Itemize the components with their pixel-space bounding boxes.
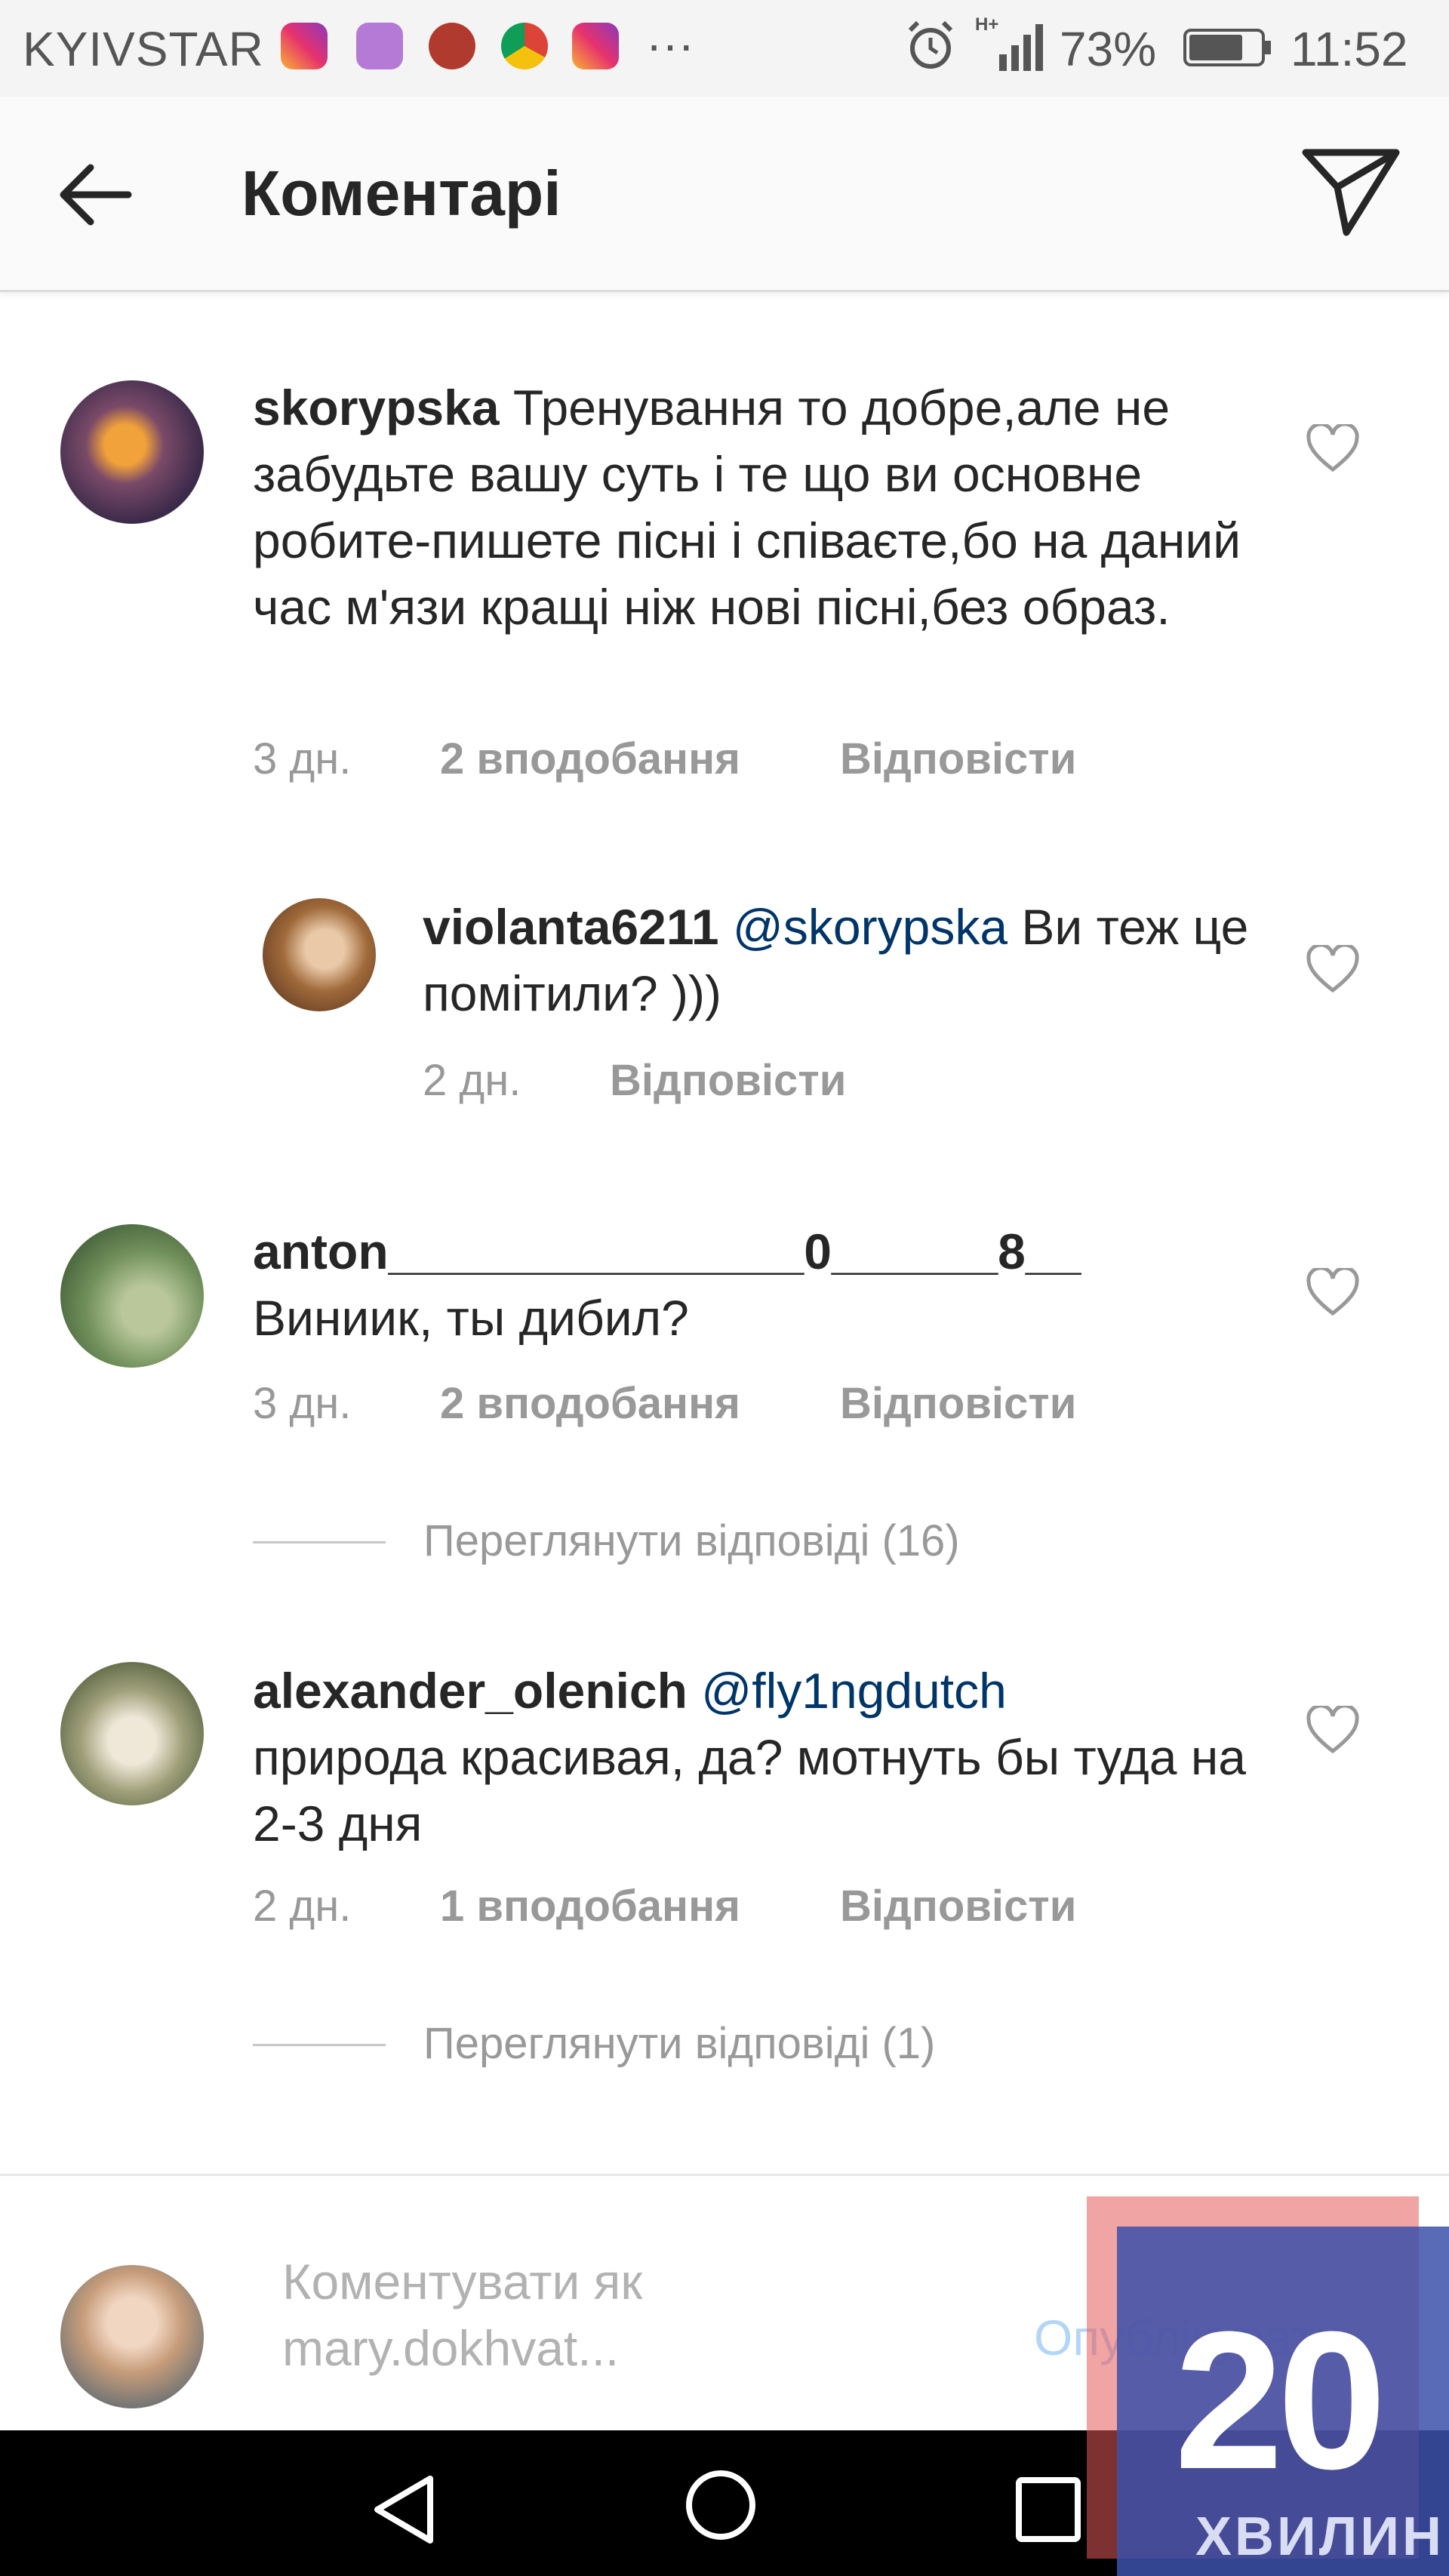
avatar[interactable] [263,898,376,1011]
app-icon [429,23,475,69]
instagram-icon [572,23,619,69]
comment-body: природа красивая, да? мотнуть бы туда на… [253,1729,1247,1851]
battery-icon [1183,29,1271,66]
send-icon[interactable] [1298,143,1404,242]
comment-time: 2 дн. [253,1882,352,1931]
mention-link[interactable]: @fly1ngdutch [688,1663,1007,1719]
arrow-left-icon[interactable] [53,157,136,232]
heart-icon[interactable] [1306,945,1360,995]
comment-time: 3 дн. [253,1379,352,1428]
reply-button[interactable]: Відповісти [840,1378,1076,1429]
comment-time: 2 дн. [423,1056,521,1105]
comment-text: skorypska Тренування то добре,але не заб… [253,374,1264,640]
gallery-icon [356,23,403,69]
chrome-icon [501,23,548,69]
comment-username[interactable]: skorypska [253,380,500,435]
signal-icon: H+ [975,14,1043,71]
battery-percent: 73% [1060,22,1157,76]
avatar [60,2265,204,2408]
view-replies-label[interactable]: Переглянути відповіді (16) [423,1516,960,1566]
heart-icon[interactable] [1306,1706,1360,1756]
watermark-number: 20 [1174,2291,1386,2510]
status-bar: KYIVSTAR ··· H+ 73% 11:52 [0,0,1449,97]
reply-button[interactable]: Відповісти [610,1055,846,1106]
avatar[interactable] [60,1662,204,1805]
nav-recents-icon[interactable] [1007,2468,1090,2551]
nav-back-icon[interactable] [362,2468,445,2551]
avatar[interactable] [60,1224,204,1368]
nav-home-icon[interactable] [679,2464,762,2547]
header-bar: Коментарі [0,97,1449,292]
divider-line [253,2044,386,2046]
heart-icon[interactable] [1306,424,1360,474]
watermark-panel: 20 ХВИЛИН [1117,2227,1449,2576]
divider-line [253,1541,386,1543]
avatar[interactable] [60,380,204,524]
heart-icon[interactable] [1306,1268,1360,1318]
view-replies-label[interactable]: Переглянути відповіді (1) [423,2018,935,2069]
comment-text: alexander_olenich @fly1ngdutch природа к… [253,1657,1264,1857]
comment-input[interactable]: Коментувати як mary.dokhvat... [282,2248,961,2381]
alarm-icon [908,20,953,69]
watermark-logo: 20 ХВИЛИН [1087,2196,1449,2576]
clock: 11:52 [1291,22,1408,76]
more-notifications-icon: ··· [646,17,694,72]
comment-text: violanta6211 @skorypska Ви теж це поміти… [423,894,1253,1026]
reply-button[interactable]: Відповісти [840,1881,1076,1931]
comment-username[interactable]: violanta6211 [423,899,719,955]
likes-count[interactable]: 1 вподобання [440,1881,740,1931]
comment-username[interactable]: anton_______________0______8__ [253,1223,1081,1279]
reply-button[interactable]: Відповісти [840,734,1076,784]
svg-text:H+: H+ [975,14,998,35]
comment-time: 3 дн. [253,734,352,783]
comment-body: Виниик, ты дибил? [253,1290,689,1346]
carrier-label: KYIVSTAR [23,22,264,76]
comment-username[interactable]: alexander_olenich [253,1663,688,1719]
likes-count[interactable]: 2 вподобання [440,1378,740,1429]
mention-link[interactable]: @skorypska [719,899,1008,955]
watermark-word: ХВИЛИН [1195,2507,1445,2567]
instagram-icon [281,23,328,69]
likes-count[interactable]: 2 вподобання [440,734,740,784]
comment-text: anton_______________0______8__ Виниик, т… [253,1218,1264,1351]
page-title: Коментарі [242,158,561,229]
comments-list[interactable]: skorypska Тренування то добре,але не заб… [0,294,1449,2174]
